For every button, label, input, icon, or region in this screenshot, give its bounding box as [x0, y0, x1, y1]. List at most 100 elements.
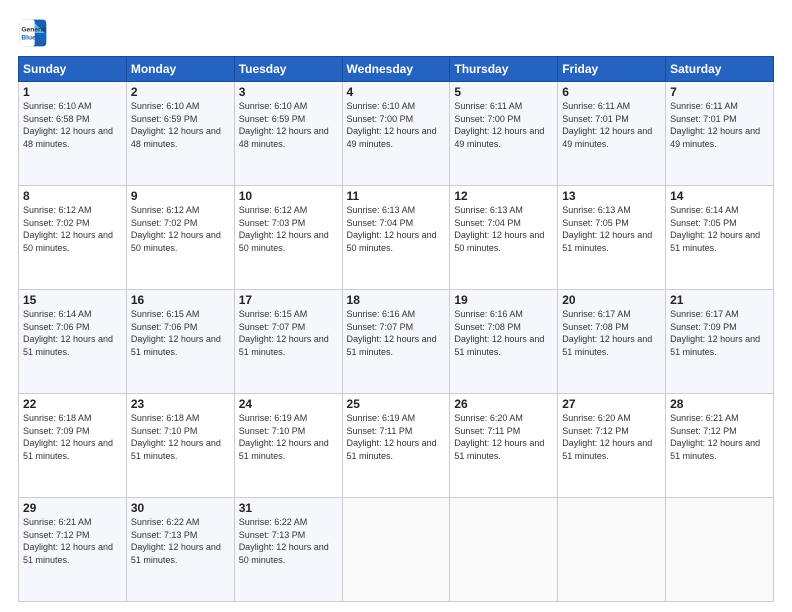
calendar-day-cell: 6 Sunrise: 6:11 AMSunset: 7:01 PMDayligh… [558, 82, 666, 186]
day-number: 1 [23, 85, 122, 99]
day-number: 29 [23, 501, 122, 515]
day-info: Sunrise: 6:10 AMSunset: 7:00 PMDaylight:… [347, 101, 437, 149]
day-info: Sunrise: 6:12 AMSunset: 7:02 PMDaylight:… [23, 205, 113, 253]
day-number: 30 [131, 501, 230, 515]
day-number: 19 [454, 293, 553, 307]
day-number: 26 [454, 397, 553, 411]
day-info: Sunrise: 6:15 AMSunset: 7:06 PMDaylight:… [131, 309, 221, 357]
calendar-day-cell: 2 Sunrise: 6:10 AMSunset: 6:59 PMDayligh… [126, 82, 234, 186]
day-info: Sunrise: 6:18 AMSunset: 7:09 PMDaylight:… [23, 413, 113, 461]
day-info: Sunrise: 6:10 AMSunset: 6:59 PMDaylight:… [239, 101, 329, 149]
day-info: Sunrise: 6:16 AMSunset: 7:07 PMDaylight:… [347, 309, 437, 357]
day-number: 7 [670, 85, 769, 99]
day-info: Sunrise: 6:15 AMSunset: 7:07 PMDaylight:… [239, 309, 329, 357]
calendar-day-cell: 9 Sunrise: 6:12 AMSunset: 7:02 PMDayligh… [126, 186, 234, 290]
calendar-day-cell: 19 Sunrise: 6:16 AMSunset: 7:08 PMDaylig… [450, 290, 558, 394]
day-info: Sunrise: 6:19 AMSunset: 7:10 PMDaylight:… [239, 413, 329, 461]
day-info: Sunrise: 6:21 AMSunset: 7:12 PMDaylight:… [23, 517, 113, 565]
calendar-day-cell: 8 Sunrise: 6:12 AMSunset: 7:02 PMDayligh… [19, 186, 127, 290]
day-number: 3 [239, 85, 338, 99]
calendar-day-cell: 31 Sunrise: 6:22 AMSunset: 7:13 PMDaylig… [234, 498, 342, 602]
calendar-day-cell: 15 Sunrise: 6:14 AMSunset: 7:06 PMDaylig… [19, 290, 127, 394]
day-info: Sunrise: 6:17 AMSunset: 7:09 PMDaylight:… [670, 309, 760, 357]
day-number: 6 [562, 85, 661, 99]
day-info: Sunrise: 6:11 AMSunset: 7:01 PMDaylight:… [562, 101, 652, 149]
calendar-day-cell [666, 498, 774, 602]
calendar-day-cell: 23 Sunrise: 6:18 AMSunset: 7:10 PMDaylig… [126, 394, 234, 498]
day-number: 28 [670, 397, 769, 411]
header: General Blue [18, 18, 774, 48]
calendar-day-cell: 24 Sunrise: 6:19 AMSunset: 7:10 PMDaylig… [234, 394, 342, 498]
day-info: Sunrise: 6:12 AMSunset: 7:03 PMDaylight:… [239, 205, 329, 253]
day-info: Sunrise: 6:12 AMSunset: 7:02 PMDaylight:… [131, 205, 221, 253]
day-number: 9 [131, 189, 230, 203]
calendar-day-cell: 21 Sunrise: 6:17 AMSunset: 7:09 PMDaylig… [666, 290, 774, 394]
day-info: Sunrise: 6:10 AMSunset: 6:59 PMDaylight:… [131, 101, 221, 149]
day-number: 20 [562, 293, 661, 307]
day-number: 4 [347, 85, 446, 99]
calendar-day-cell: 12 Sunrise: 6:13 AMSunset: 7:04 PMDaylig… [450, 186, 558, 290]
calendar-day-cell: 17 Sunrise: 6:15 AMSunset: 7:07 PMDaylig… [234, 290, 342, 394]
day-number: 13 [562, 189, 661, 203]
page: General Blue SundayMondayTuesdayWednesda… [0, 0, 792, 612]
day-info: Sunrise: 6:22 AMSunset: 7:13 PMDaylight:… [131, 517, 221, 565]
weekday-header: Saturday [666, 57, 774, 82]
day-number: 14 [670, 189, 769, 203]
weekday-header: Monday [126, 57, 234, 82]
day-info: Sunrise: 6:18 AMSunset: 7:10 PMDaylight:… [131, 413, 221, 461]
calendar-day-cell: 16 Sunrise: 6:15 AMSunset: 7:06 PMDaylig… [126, 290, 234, 394]
day-info: Sunrise: 6:21 AMSunset: 7:12 PMDaylight:… [670, 413, 760, 461]
calendar-day-cell: 20 Sunrise: 6:17 AMSunset: 7:08 PMDaylig… [558, 290, 666, 394]
day-info: Sunrise: 6:11 AMSunset: 7:00 PMDaylight:… [454, 101, 544, 149]
calendar-day-cell: 29 Sunrise: 6:21 AMSunset: 7:12 PMDaylig… [19, 498, 127, 602]
calendar-week-row: 8 Sunrise: 6:12 AMSunset: 7:02 PMDayligh… [19, 186, 774, 290]
calendar-day-cell: 27 Sunrise: 6:20 AMSunset: 7:12 PMDaylig… [558, 394, 666, 498]
day-info: Sunrise: 6:13 AMSunset: 7:04 PMDaylight:… [347, 205, 437, 253]
day-info: Sunrise: 6:14 AMSunset: 7:06 PMDaylight:… [23, 309, 113, 357]
day-number: 18 [347, 293, 446, 307]
day-number: 15 [23, 293, 122, 307]
calendar-day-cell: 25 Sunrise: 6:19 AMSunset: 7:11 PMDaylig… [342, 394, 450, 498]
calendar-header-row: SundayMondayTuesdayWednesdayThursdayFrid… [19, 57, 774, 82]
calendar-day-cell: 1 Sunrise: 6:10 AMSunset: 6:58 PMDayligh… [19, 82, 127, 186]
day-info: Sunrise: 6:13 AMSunset: 7:05 PMDaylight:… [562, 205, 652, 253]
calendar-week-row: 22 Sunrise: 6:18 AMSunset: 7:09 PMDaylig… [19, 394, 774, 498]
calendar-day-cell [450, 498, 558, 602]
svg-text:General: General [21, 26, 46, 33]
weekday-header: Thursday [450, 57, 558, 82]
calendar-day-cell: 28 Sunrise: 6:21 AMSunset: 7:12 PMDaylig… [666, 394, 774, 498]
day-number: 17 [239, 293, 338, 307]
calendar-table: SundayMondayTuesdayWednesdayThursdayFrid… [18, 56, 774, 602]
calendar-day-cell: 3 Sunrise: 6:10 AMSunset: 6:59 PMDayligh… [234, 82, 342, 186]
calendar-day-cell: 13 Sunrise: 6:13 AMSunset: 7:05 PMDaylig… [558, 186, 666, 290]
calendar-week-row: 15 Sunrise: 6:14 AMSunset: 7:06 PMDaylig… [19, 290, 774, 394]
calendar-day-cell: 7 Sunrise: 6:11 AMSunset: 7:01 PMDayligh… [666, 82, 774, 186]
day-info: Sunrise: 6:20 AMSunset: 7:12 PMDaylight:… [562, 413, 652, 461]
svg-text:Blue: Blue [21, 35, 36, 42]
weekday-header: Sunday [19, 57, 127, 82]
day-number: 11 [347, 189, 446, 203]
calendar-week-row: 1 Sunrise: 6:10 AMSunset: 6:58 PMDayligh… [19, 82, 774, 186]
day-number: 5 [454, 85, 553, 99]
day-number: 21 [670, 293, 769, 307]
calendar-day-cell [342, 498, 450, 602]
day-info: Sunrise: 6:19 AMSunset: 7:11 PMDaylight:… [347, 413, 437, 461]
day-number: 12 [454, 189, 553, 203]
day-number: 22 [23, 397, 122, 411]
calendar-day-cell: 26 Sunrise: 6:20 AMSunset: 7:11 PMDaylig… [450, 394, 558, 498]
calendar-day-cell: 4 Sunrise: 6:10 AMSunset: 7:00 PMDayligh… [342, 82, 450, 186]
calendar-day-cell: 11 Sunrise: 6:13 AMSunset: 7:04 PMDaylig… [342, 186, 450, 290]
calendar-day-cell: 18 Sunrise: 6:16 AMSunset: 7:07 PMDaylig… [342, 290, 450, 394]
day-info: Sunrise: 6:20 AMSunset: 7:11 PMDaylight:… [454, 413, 544, 461]
day-info: Sunrise: 6:22 AMSunset: 7:13 PMDaylight:… [239, 517, 329, 565]
day-info: Sunrise: 6:13 AMSunset: 7:04 PMDaylight:… [454, 205, 544, 253]
calendar-week-row: 29 Sunrise: 6:21 AMSunset: 7:12 PMDaylig… [19, 498, 774, 602]
calendar-day-cell: 5 Sunrise: 6:11 AMSunset: 7:00 PMDayligh… [450, 82, 558, 186]
day-number: 10 [239, 189, 338, 203]
day-number: 27 [562, 397, 661, 411]
day-info: Sunrise: 6:11 AMSunset: 7:01 PMDaylight:… [670, 101, 760, 149]
weekday-header: Wednesday [342, 57, 450, 82]
calendar-day-cell: 30 Sunrise: 6:22 AMSunset: 7:13 PMDaylig… [126, 498, 234, 602]
calendar-day-cell: 14 Sunrise: 6:14 AMSunset: 7:05 PMDaylig… [666, 186, 774, 290]
day-number: 25 [347, 397, 446, 411]
